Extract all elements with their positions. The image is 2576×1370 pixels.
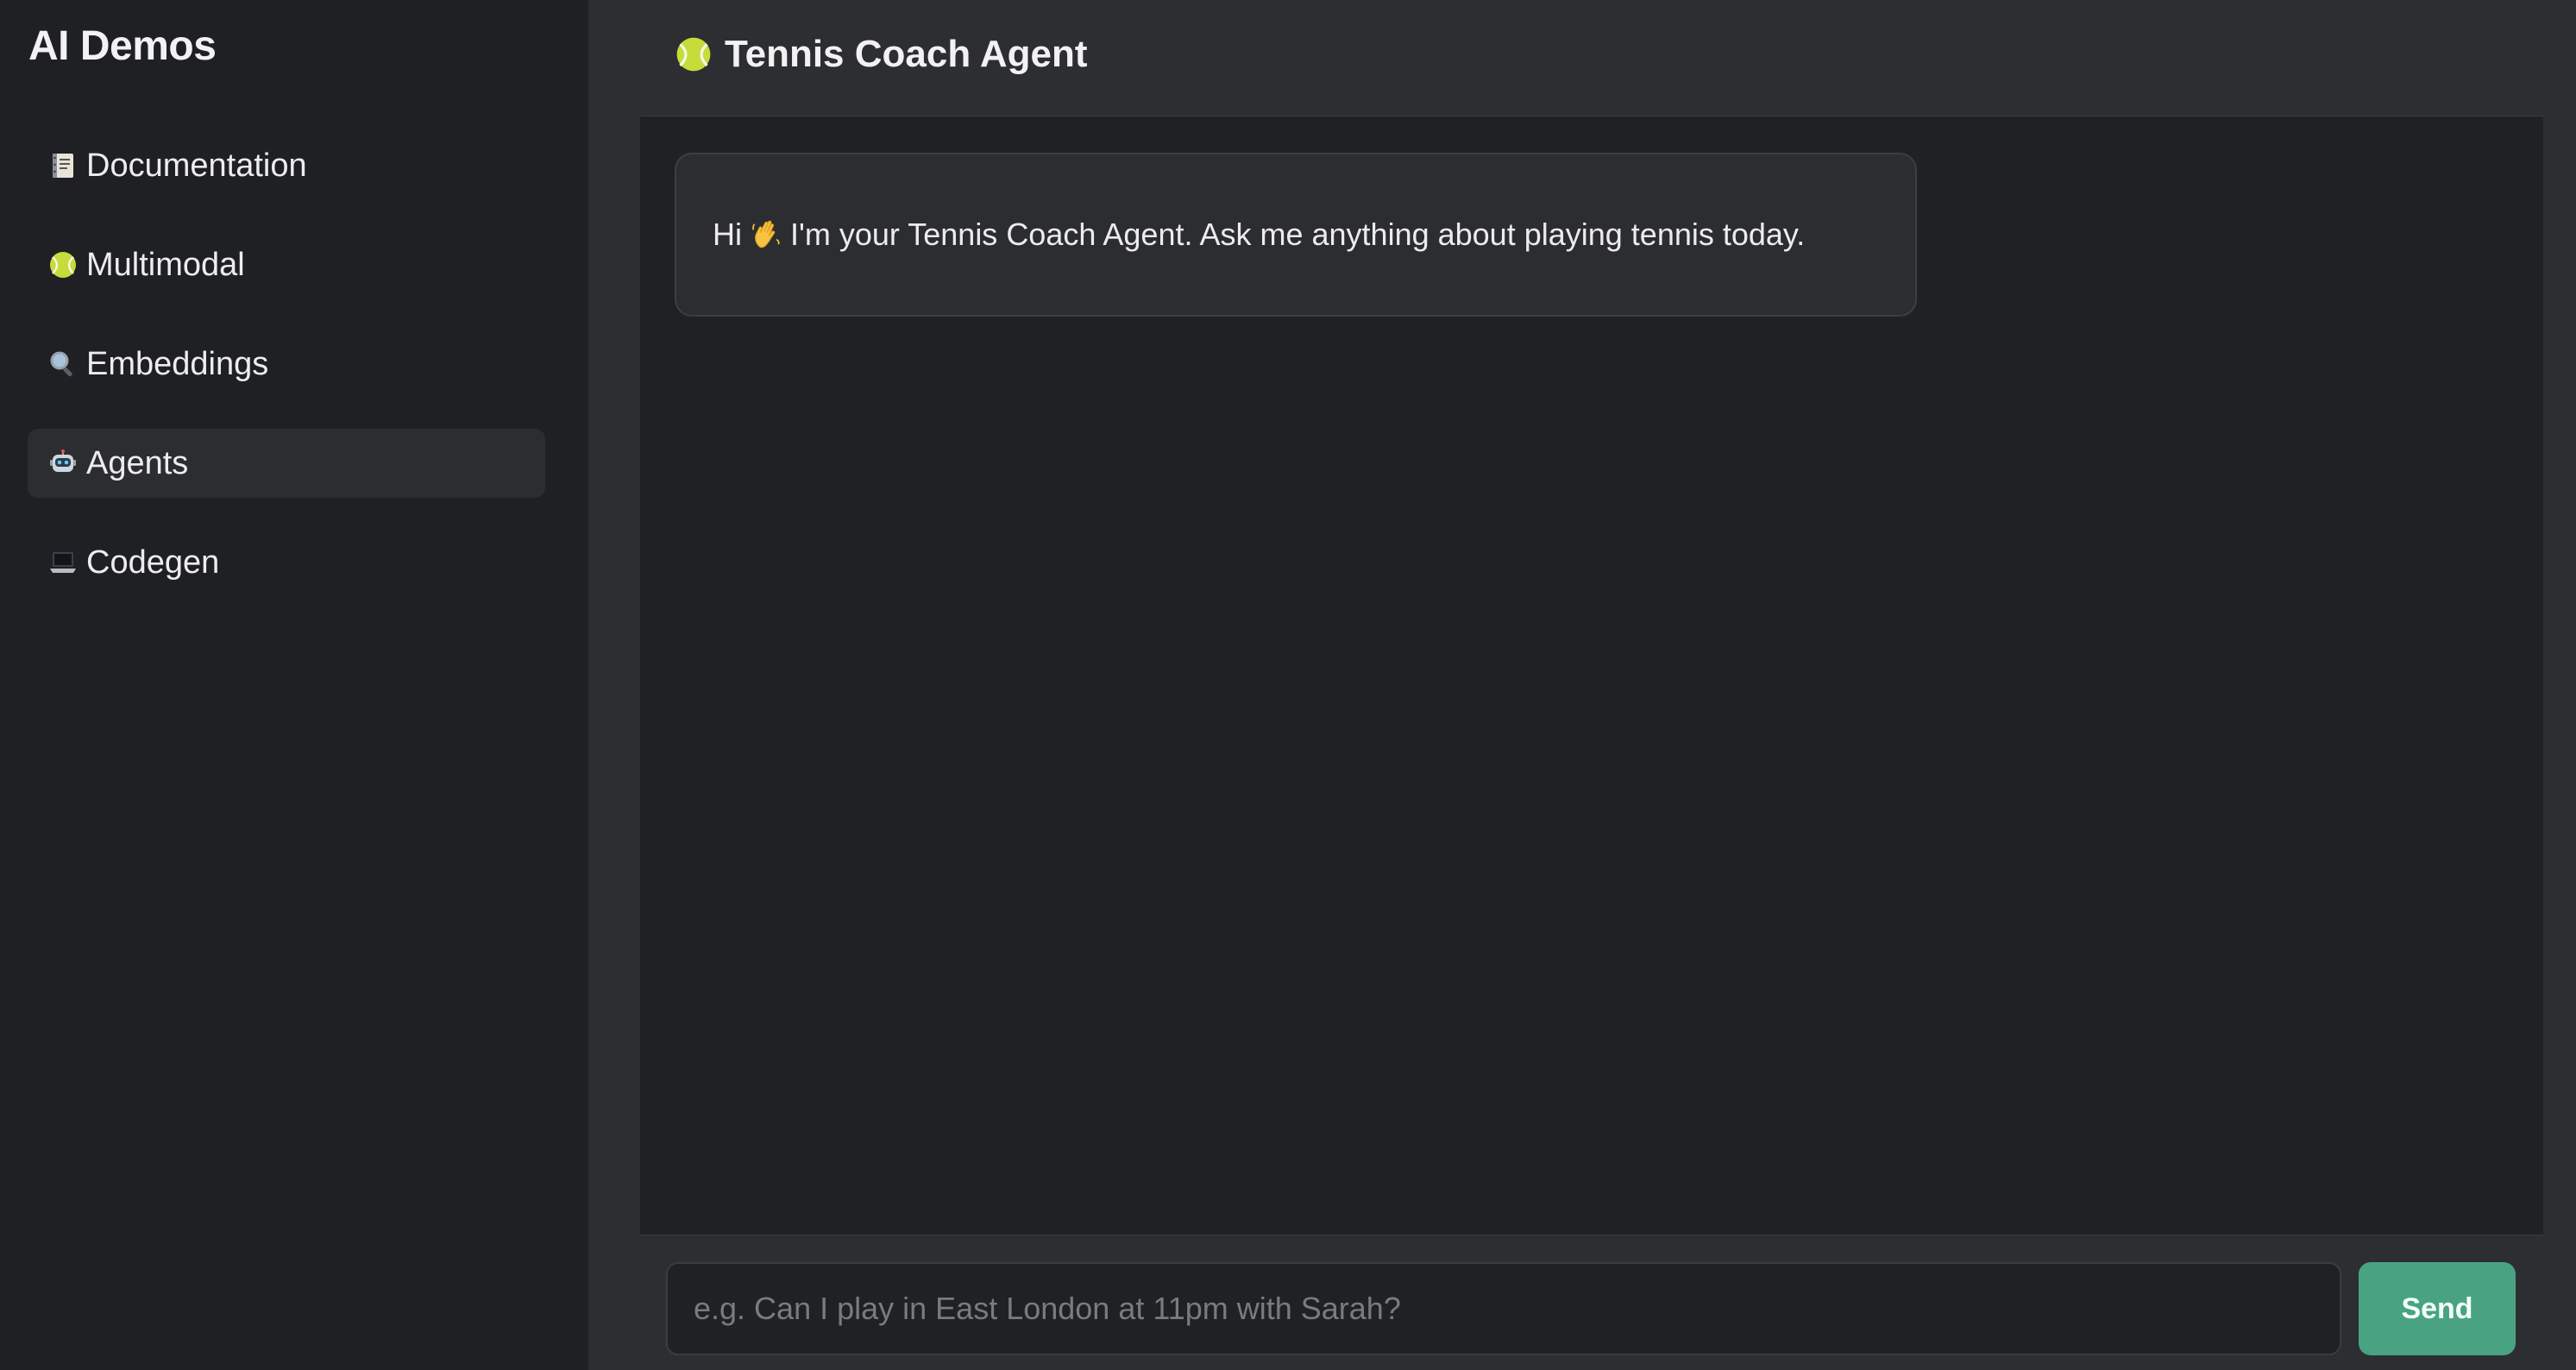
sidebar: AI Demos Documentation Multimodal Embedd… [0, 0, 588, 1370]
page-title-text: Tennis Coach Agent [725, 33, 1088, 75]
send-button[interactable]: Send [2359, 1262, 2516, 1355]
message-prefix: Hi [713, 217, 742, 252]
waving-hand-icon [752, 220, 780, 248]
sidebar-item-label: Documentation [86, 147, 307, 184]
tennis-ball-icon [676, 37, 711, 72]
chat-area[interactable]: Hi I'm your Tennis Coach Agent. Ask me a… [640, 116, 2543, 1235]
app-title: AI Demos [28, 23, 217, 69]
sidebar-item-multimodal[interactable]: Multimodal [28, 230, 545, 299]
magnifier-icon [48, 349, 78, 379]
sidebar-item-agents[interactable]: Agents [28, 429, 545, 498]
sidebar-item-label: Multimodal [86, 246, 245, 283]
laptop-icon [48, 548, 78, 577]
message-input[interactable] [666, 1262, 2341, 1355]
sidebar-item-documentation[interactable]: Documentation [28, 131, 545, 200]
robot-icon [48, 449, 78, 478]
sidebar-item-label: Agents [86, 444, 189, 481]
assistant-message: Hi I'm your Tennis Coach Agent. Ask me a… [675, 153, 1917, 317]
notebook-icon [48, 151, 78, 180]
sidebar-nav: Documentation Multimodal Embeddings Agen… [28, 131, 545, 627]
page-header: Tennis Coach Agent [588, 0, 2576, 116]
sidebar-item-label: Codegen [86, 544, 220, 581]
main-panel: Tennis Coach Agent Hi I'm your Tennis Co… [588, 0, 2576, 1370]
sidebar-item-codegen[interactable]: Codegen [28, 528, 545, 597]
sidebar-item-label: Embeddings [86, 345, 269, 382]
tennis-ball-icon [48, 250, 78, 280]
message-text: I'm your Tennis Coach Agent. Ask me anyt… [790, 217, 1806, 252]
app-root: AI Demos Documentation Multimodal Embedd… [0, 0, 2576, 1370]
page-title: Tennis Coach Agent [675, 33, 1087, 76]
sidebar-item-embeddings[interactable]: Embeddings [28, 330, 545, 399]
composer: Send [666, 1262, 2547, 1355]
